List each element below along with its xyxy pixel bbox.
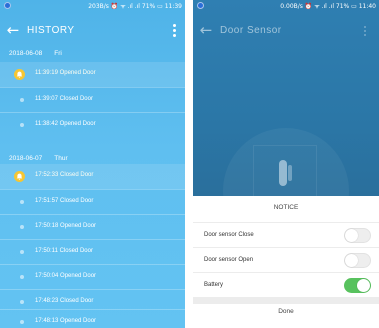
door-open-toggle[interactable]: [344, 253, 371, 268]
dot-icon: [20, 320, 24, 324]
history-row[interactable]: 11:38:42 Opened Door: [0, 112, 185, 137]
door-sensor-icon: [279, 160, 287, 186]
history-entry-label: 11:39:19 Opened Door: [35, 70, 96, 76]
dot-icon: [20, 123, 24, 127]
option-row-battery: Battery: [193, 272, 379, 296]
option-label: Door sensor Close: [204, 232, 254, 238]
day-text: Fri: [54, 50, 62, 57]
history-entry-label: 17:50:18 Opened Door: [35, 223, 97, 229]
option-row-door-close: Door sensor Close: [193, 222, 379, 246]
date-header: 2018-06-07 Thur: [9, 155, 68, 162]
option-label: Door sensor Open: [204, 257, 254, 263]
notification-icon: [4, 2, 11, 9]
option-row-door-open: Door sensor Open: [193, 247, 379, 271]
app-bar: ← HISTORY: [0, 12, 185, 50]
dot-icon: [20, 200, 24, 204]
history-row[interactable]: 17:50:11 Closed Door: [0, 239, 185, 264]
history-entry-label: 11:39:07 Closed Door: [35, 96, 93, 102]
app-bar: ← Door Sensor: [193, 12, 379, 50]
status-bar: 0.00B/s ⏰ ᯤ .ıl .ıl 71% ▭ 11:40: [193, 0, 379, 11]
more-menu-icon[interactable]: [173, 24, 177, 38]
status-bar: 203B/s ⏰ ᯤ .ıl .ıl 71% ▭ 11:39: [0, 0, 185, 11]
notice-sheet: NOTICE Door sensor Close Door sensor Ope…: [193, 196, 379, 328]
magnet-icon: [288, 165, 292, 181]
dot-icon: [20, 275, 24, 279]
history-row[interactable]: 17:50:04 Opened Door: [0, 264, 185, 289]
date-text: 2018-06-08: [9, 50, 43, 57]
history-row[interactable]: 11:39:19 Opened Door: [0, 62, 185, 87]
status-text: 203B/s ⏰ ᯤ .ıl .ıl 71% ▭ 11:39: [88, 3, 182, 10]
battery-toggle[interactable]: [344, 278, 371, 293]
history-row[interactable]: 17:52:33 Closed Door: [0, 164, 185, 189]
sheet-heading: NOTICE: [273, 204, 299, 211]
toggle-knob: [345, 254, 358, 267]
dot-icon: [20, 98, 24, 102]
page-title: Door Sensor: [220, 25, 282, 36]
back-arrow-icon[interactable]: ←: [199, 22, 213, 38]
page-title: HISTORY: [27, 25, 75, 36]
history-entry-label: 17:48:23 Closed Door: [35, 298, 94, 304]
history-row[interactable]: 17:48:13 Opened Door: [0, 309, 185, 328]
history-entry-label: 17:48:13 Opened Door: [35, 318, 97, 324]
option-label: Battery: [204, 282, 224, 288]
history-entry-label: 17:50:04 Opened Door: [35, 273, 97, 279]
more-menu-icon[interactable]: [364, 26, 367, 38]
done-button[interactable]: Done: [193, 308, 379, 315]
history-entry-label: 17:52:33 Closed Door: [35, 172, 94, 178]
toggle-knob: [345, 229, 358, 242]
dot-icon: [20, 250, 24, 254]
back-arrow-icon[interactable]: ←: [6, 22, 20, 38]
history-screen: 203B/s ⏰ ᯤ .ıl .ıl 71% ▭ 11:39 ← HISTORY…: [0, 0, 185, 328]
bell-icon: [14, 69, 25, 80]
door-sensor-screen: 0.00B/s ⏰ ᯤ .ıl .ıl 71% ▭ 11:40 ← Door S…: [193, 0, 379, 328]
history-entry-label: 11:38:42 Opened Door: [35, 121, 96, 127]
history-row[interactable]: 17:51:57 Closed Door: [0, 189, 185, 214]
history-entry-label: 17:50:11 Closed Door: [35, 248, 93, 254]
history-entry-label: 17:51:57 Closed Door: [35, 198, 94, 204]
bell-icon: [14, 171, 25, 182]
status-text: 0.00B/s ⏰ ᯤ .ıl .ıl 71% ▭ 11:40: [280, 3, 376, 10]
door-close-toggle[interactable]: [344, 228, 371, 243]
day-text: Thur: [54, 155, 68, 162]
divider: [193, 297, 379, 304]
history-row[interactable]: 17:50:18 Opened Door: [0, 214, 185, 239]
dot-icon: [20, 225, 24, 229]
date-text: 2018-06-07: [9, 155, 43, 162]
notification-icon: [197, 2, 204, 9]
toggle-knob: [357, 279, 370, 292]
date-header: 2018-06-08 Fri: [9, 50, 62, 57]
history-row[interactable]: 11:39:07 Closed Door: [0, 87, 185, 112]
dot-icon: [20, 300, 24, 304]
